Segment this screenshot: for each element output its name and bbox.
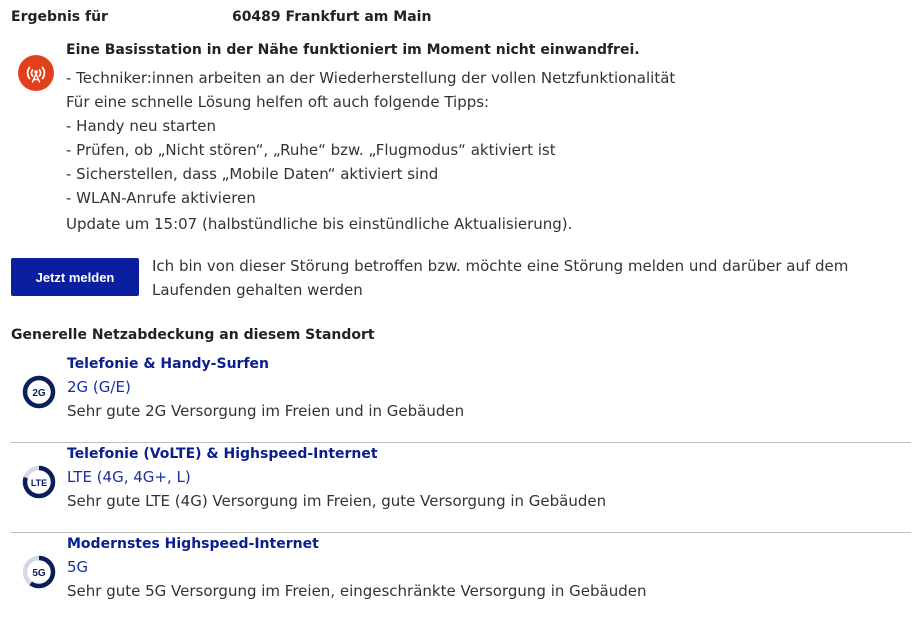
network-lte-icon-label: LTE	[31, 478, 47, 488]
coverage-technology: 2G (G/E)	[67, 378, 131, 396]
alert-message: Eine Basisstation in der Nähe funktionie…	[66, 40, 906, 236]
coverage-item-2g: 2G Telefonie & Handy-Surfen 2G (G/E) Seh…	[11, 356, 911, 443]
coverage-description: Sehr gute 5G Versorgung im Freien, einge…	[67, 582, 647, 600]
network-2g-icon-graphic: 2G	[22, 375, 56, 409]
alert-title: Eine Basisstation in der Nähe funktionie…	[66, 42, 640, 58]
alert-line: Für eine schnelle Lösung helfen oft auch…	[66, 93, 490, 111]
network-lte-icon-graphic: LTE	[22, 465, 56, 499]
alert-line: - WLAN-Anrufe aktivieren	[66, 189, 256, 207]
alert-update-time: Update um 15:07 (halbstündliche bis eins…	[66, 215, 573, 233]
result-prefix: Ergebnis für	[11, 9, 108, 25]
alert-line: - Sicherstellen, dass „Mobile Daten“ akt…	[66, 165, 439, 183]
coverage-technology: 5G	[67, 558, 89, 576]
alert-line: - Techniker:innen arbeiten an der Wieder…	[66, 69, 676, 87]
coverage-technology: LTE (4G, 4G+, L)	[67, 468, 191, 486]
report-description: Ich bin von dieser Störung betroffen bzw…	[152, 257, 849, 299]
coverage-heading: Generelle Netzabdeckung an diesem Stando…	[11, 327, 375, 343]
coverage-title: Telefonie & Handy-Surfen	[67, 356, 270, 372]
report-outage-button[interactable]: Jetzt melden	[11, 258, 139, 296]
coverage-title: Modernstes Highspeed-Internet	[67, 536, 319, 552]
network-2g-icon-label: 2G	[32, 388, 46, 399]
coverage-item-lte: LTE Telefonie (VoLTE) & Highspeed-Intern…	[11, 446, 911, 533]
result-header: Ergebnis für 60489 Frankfurt am Main	[11, 9, 431, 25]
network-2g-icon: 2G	[21, 374, 57, 410]
coverage-item-5g: 5G Modernstes Highspeed-Internet 5G Sehr…	[11, 536, 911, 622]
network-lte-icon: LTE	[21, 464, 57, 500]
signal-tower-icon	[18, 55, 54, 91]
network-5g-icon-graphic: 5G	[22, 555, 56, 589]
coverage-title: Telefonie (VoLTE) & Highspeed-Internet	[67, 446, 378, 462]
result-location: 60489 Frankfurt am Main	[231, 9, 432, 25]
network-5g-icon: 5G	[21, 554, 57, 590]
alert-line: - Handy neu starten	[66, 117, 217, 135]
network-5g-icon-label: 5G	[32, 568, 46, 579]
coverage-description: Sehr gute LTE (4G) Versorgung im Freien,…	[67, 492, 607, 510]
alert-line: - Prüfen, ob „Nicht stören“, „Ruhe“ bzw.…	[66, 141, 556, 159]
coverage-description: Sehr gute 2G Versorgung im Freien und in…	[67, 402, 465, 420]
